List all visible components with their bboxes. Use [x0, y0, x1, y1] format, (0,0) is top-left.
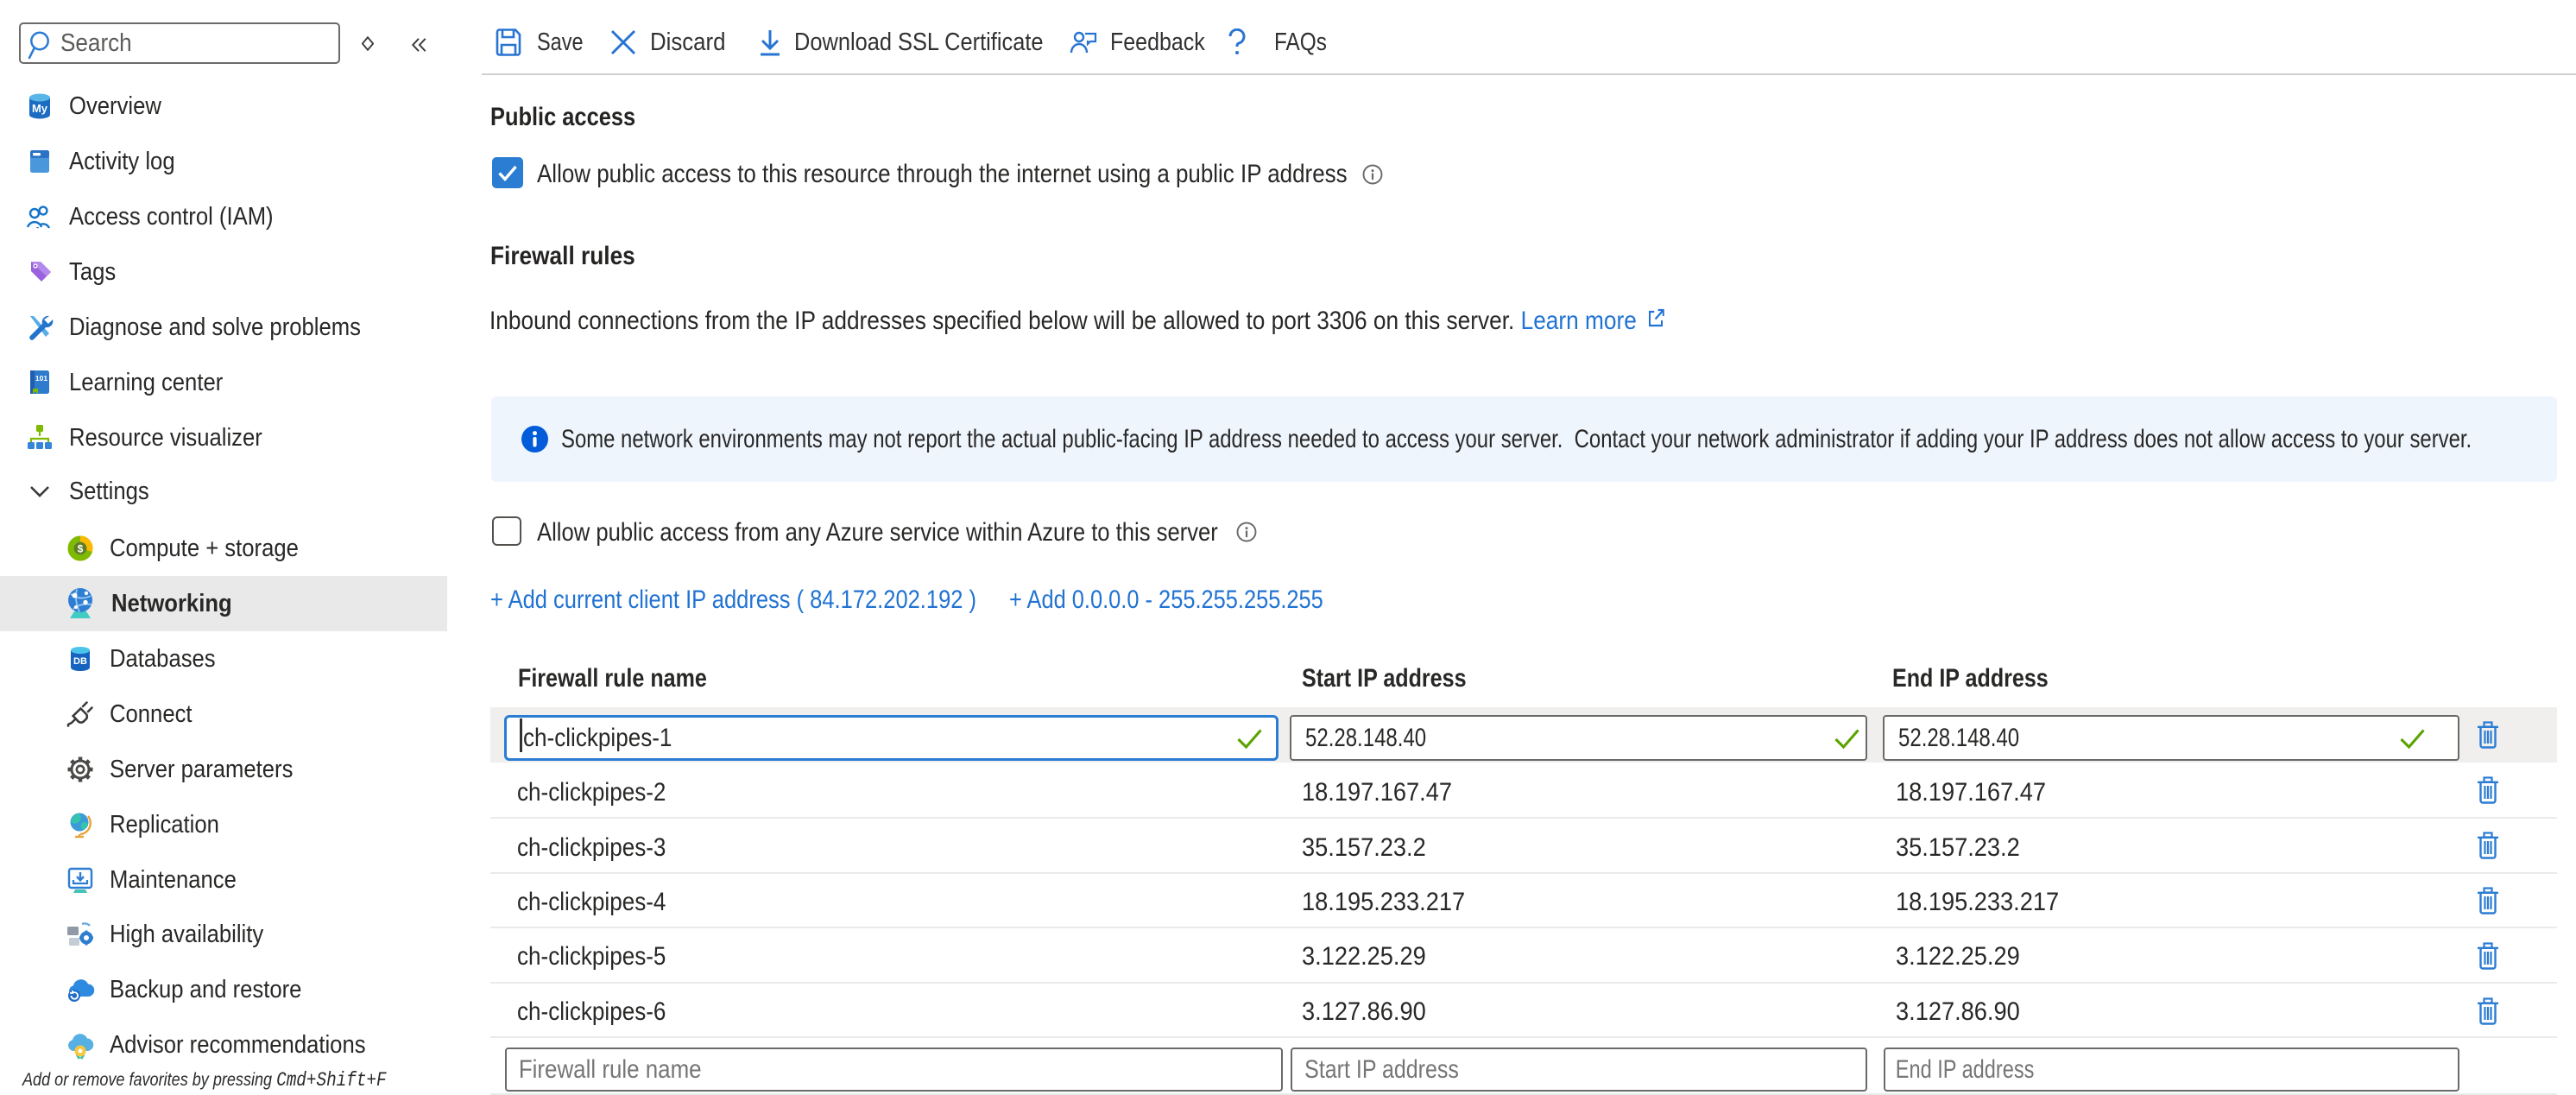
svg-text:My: My	[32, 102, 48, 115]
svg-text:$: $	[78, 543, 84, 555]
svg-text:DB: DB	[73, 656, 87, 667]
svg-text:101: 101	[35, 374, 47, 383]
